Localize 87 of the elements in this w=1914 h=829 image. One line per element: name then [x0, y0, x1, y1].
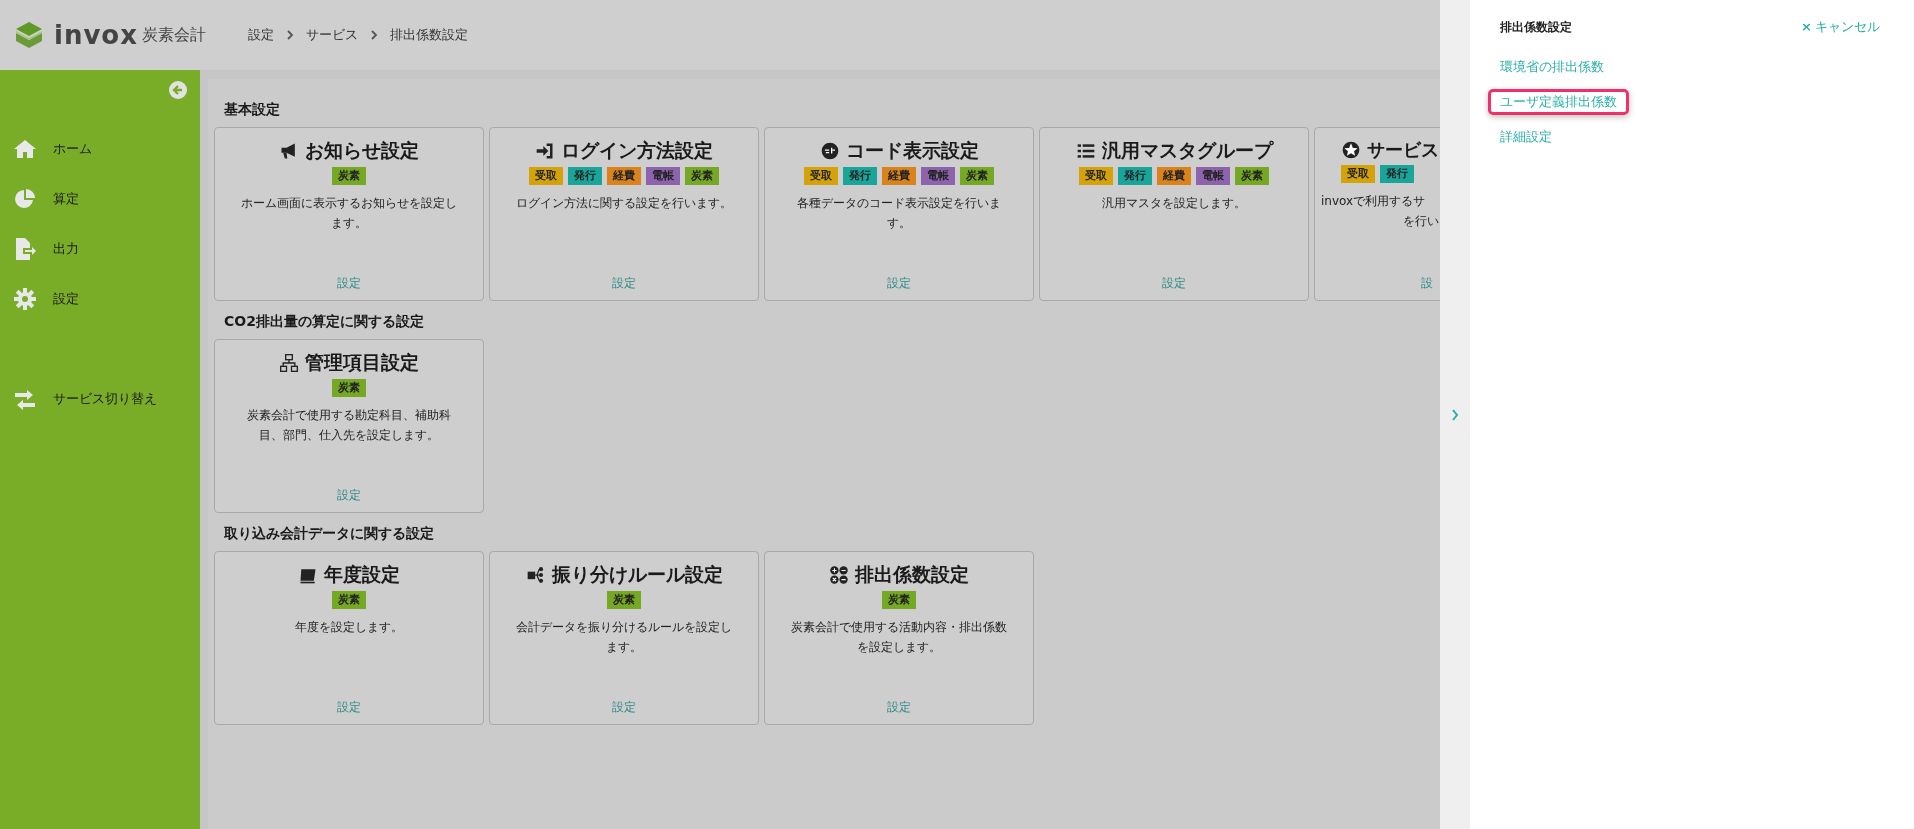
service-tag: 電帳 [646, 167, 680, 185]
sidebar-item[interactable]: 出力 [0, 224, 200, 274]
service-tag: 炭素 [882, 591, 916, 609]
card-description: す。 [887, 215, 911, 232]
service-tag: 経費 [607, 167, 641, 185]
service-tag: 炭素 [685, 167, 719, 185]
service-tag: 発行 [1118, 167, 1152, 185]
card-title: コード表示設定 [845, 138, 979, 163]
card-title: ログイン方法設定 [561, 138, 713, 163]
section-heading: 基本設定 [224, 101, 281, 119]
service-tag: 経費 [1157, 167, 1191, 185]
file-export-icon [13, 237, 37, 261]
list-icon [1075, 141, 1096, 161]
breadcrumb-item[interactable]: 設定 [248, 26, 274, 44]
card-title: お知らせ設定 [305, 138, 419, 163]
collapse-icon[interactable] [168, 80, 188, 100]
panel-link[interactable]: 詳細設定 [1488, 124, 1564, 150]
chevron-icon[interactable] [1451, 408, 1459, 421]
service-tag: 炭素 [332, 167, 366, 185]
panel-title: 排出係数設定 [1500, 18, 1572, 36]
card-description: 各種データのコード表示設定を行いま [797, 195, 1001, 212]
service-tag: 経費 [882, 167, 916, 185]
settings-link[interactable]: 設定 [337, 275, 361, 292]
card-title: サービス [1367, 138, 1439, 162]
card-description: 汎用マスタを設定します。 [1102, 195, 1246, 212]
service-tag: 炭素 [332, 379, 366, 397]
card-title: 年度設定 [324, 562, 400, 587]
section-heading: CO2排出量の算定に関する設定 [224, 313, 425, 331]
chevron-icon [370, 30, 378, 40]
logo-name: invox [54, 20, 138, 50]
card-description: ホーム画面に表示するお知らせを設定し [241, 195, 457, 212]
logo-icon [14, 20, 44, 50]
service-tag: 電帳 [1196, 167, 1230, 185]
home-icon [13, 137, 37, 161]
card-description: invoxで利用するサ [1321, 193, 1426, 210]
sidebar-item[interactable]: 設定 [0, 274, 200, 324]
card-title: 管理項目設定 [305, 350, 419, 375]
breadcrumb-item[interactable]: サービス [306, 26, 358, 44]
service-tag: 受取 [1079, 167, 1113, 185]
branch-icon [525, 565, 546, 585]
cancel-button[interactable]: × キャンセル [1801, 18, 1880, 36]
card-description: 炭素会計で使用する勘定科目、補助科 [247, 407, 451, 424]
section-heading: 取り込み会計データに関する設定 [224, 525, 435, 543]
card-title: 振り分けルール設定 [551, 562, 723, 587]
sitemap-icon [279, 353, 299, 373]
service-tag: 受取 [804, 167, 838, 185]
panel-link[interactable]: ユーザ定義排出係数 [1488, 89, 1629, 115]
card-description: 炭素会計で使用する活動内容・排出係数 [791, 619, 1007, 636]
service-tag: 炭素 [1235, 167, 1269, 185]
logo-subtitle: 炭素会計 [142, 24, 206, 46]
card-description: を設定します。 [857, 639, 941, 656]
settings-link[interactable]: 設定 [887, 699, 911, 716]
card-description: 会計データを振り分けるルールを設定し [516, 619, 732, 636]
service-tag: 受取 [529, 167, 563, 185]
service-tag: 炭素 [960, 167, 994, 185]
panel-link[interactable]: 環境省の排出係数 [1488, 54, 1616, 80]
card-description: を行い [1403, 213, 1439, 230]
calculator-icon [829, 565, 849, 585]
card-description: 年度を設定します。 [295, 619, 403, 636]
service-tag: 発行 [843, 167, 877, 185]
sign-in-icon [535, 141, 555, 161]
card-title: 汎用マスタグループ [1101, 138, 1273, 163]
card-title: 排出係数設定 [855, 562, 969, 587]
settings-link[interactable]: 設定 [612, 699, 636, 716]
service-tag: 発行 [568, 167, 602, 185]
service-tag: 受取 [1341, 165, 1375, 183]
service-tag: 炭素 [332, 591, 366, 609]
card-description: ログイン方法に関する設定を行います。 [516, 195, 732, 212]
service-tag: 発行 [1380, 165, 1414, 183]
card-description: ます。 [331, 215, 367, 232]
settings-link[interactable]: 設定 [887, 275, 911, 292]
service-tag: 電帳 [921, 167, 955, 185]
sidebar-item[interactable]: ホーム [0, 124, 200, 174]
sidebar-item[interactable]: サービス切り替え [0, 374, 200, 424]
breadcrumb-item: 排出係数設定 [390, 26, 468, 44]
settings-link[interactable]: 設定 [612, 275, 636, 292]
settings-link[interactable]: 設 [1421, 275, 1433, 292]
settings-link[interactable]: 設定 [337, 487, 361, 504]
card-description: ます。 [606, 639, 642, 656]
settings-link[interactable]: 設定 [337, 699, 361, 716]
pie-chart-icon [13, 187, 37, 211]
settings-link[interactable]: 設定 [1162, 275, 1186, 292]
swap-arrows-icon [13, 387, 37, 411]
sidebar-item[interactable]: 算定 [0, 174, 200, 224]
chevron-icon [286, 30, 294, 40]
service-tag: 炭素 [607, 591, 641, 609]
card-description: 目、部門、仕入先を設定します。 [259, 427, 439, 444]
